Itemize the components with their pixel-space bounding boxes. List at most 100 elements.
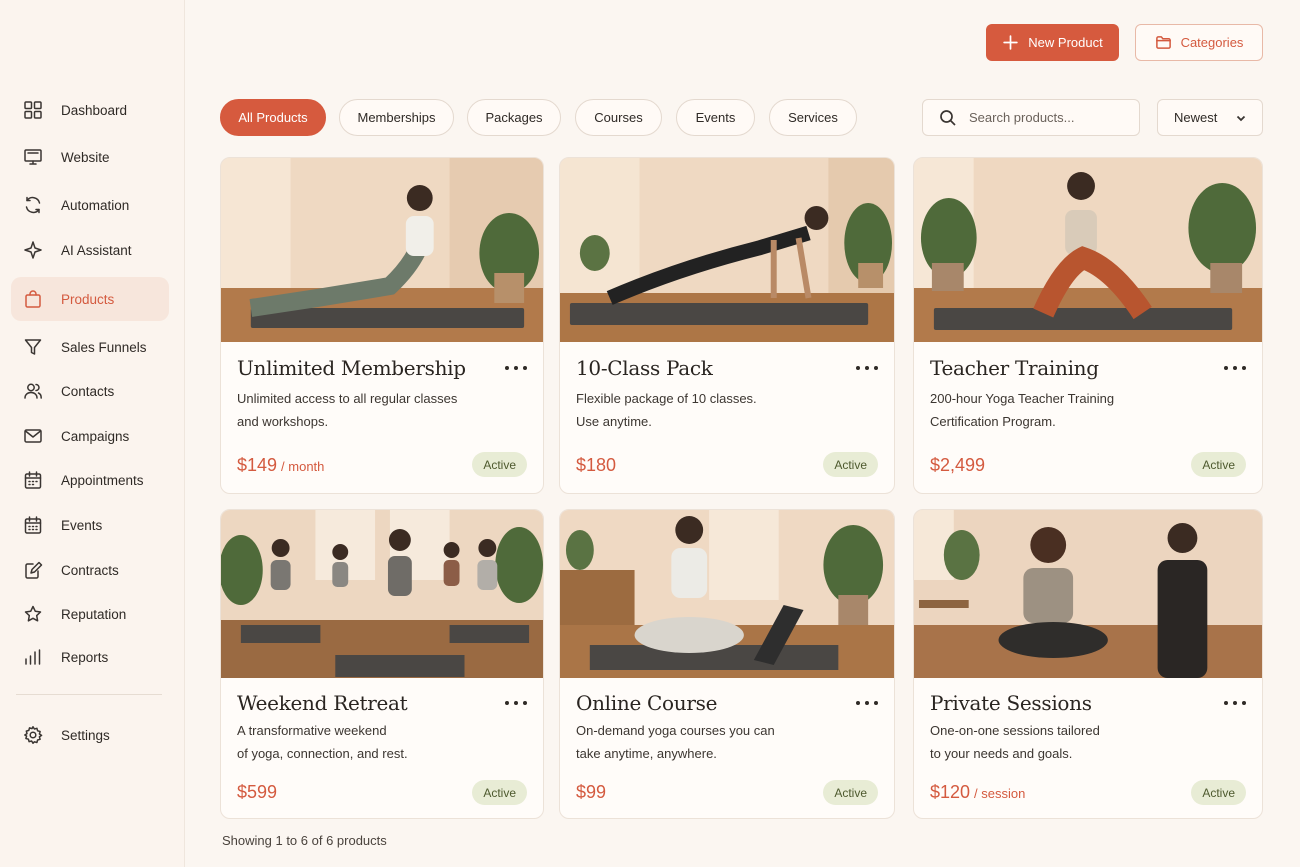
sidebar-item-website[interactable]: Website: [11, 135, 169, 179]
mail-icon: [22, 425, 44, 447]
shopping-bag-icon: [22, 288, 44, 310]
description-line: Use anytime.: [576, 414, 652, 429]
product-card-teacher-training[interactable]: Teacher Training 200-hour Yoga Teacher T…: [913, 157, 1263, 494]
status-badge: Active: [1191, 452, 1246, 477]
more-options-icon[interactable]: [505, 697, 527, 709]
product-title: Private Sessions: [930, 691, 1092, 715]
price-unit: / session: [974, 786, 1026, 801]
chevron-down-icon: [1237, 115, 1246, 121]
price-value: $120: [930, 782, 971, 802]
sort-value: Newest: [1174, 110, 1218, 125]
product-image: [560, 158, 894, 342]
description-line: Certification Program.: [930, 414, 1056, 429]
sidebar-item-dashboard[interactable]: Dashboard: [11, 88, 169, 132]
more-options-icon[interactable]: [856, 697, 878, 709]
price-value: $180: [576, 455, 617, 475]
product-card-10-class-pack[interactable]: 10-Class Pack Flexible package of 10 cla…: [559, 157, 895, 494]
description-line: Unlimited access to all regular classes: [237, 391, 458, 406]
sidebar-item-label: Contracts: [61, 562, 119, 578]
status-badge: Active: [1191, 780, 1246, 805]
sidebar-item-label: Dashboard: [61, 102, 128, 118]
description-line: A transformative weekend: [237, 723, 387, 738]
gear-icon: [22, 724, 44, 746]
sidebar-item-label: Appointments: [61, 472, 144, 488]
product-title: Online Course: [576, 691, 718, 715]
more-options-icon[interactable]: [505, 362, 527, 374]
star-icon: [22, 603, 44, 625]
price-unit: / month: [281, 459, 325, 474]
categories-button[interactable]: Categories: [1135, 24, 1263, 61]
product-card-unlimited-membership[interactable]: Unlimited Membership Unlimited access to…: [220, 157, 544, 494]
pagination-summary: Showing 1 to 6 of 6 products: [222, 833, 387, 848]
sidebar-item-ai-assistant[interactable]: AI Assistant: [11, 228, 169, 272]
sidebar-item-automation[interactable]: Automation: [11, 183, 169, 227]
sparkle-icon: [22, 239, 44, 261]
description-line: On-demand yoga courses you can: [576, 723, 775, 738]
sidebar-item-label: Website: [61, 149, 110, 165]
grid-icon: [22, 99, 44, 121]
description-line: take anytime, anywhere.: [576, 746, 717, 761]
product-price: $149/ month: [237, 455, 324, 476]
sidebar-item-appointments[interactable]: Appointments: [11, 458, 169, 502]
product-price: $2,499: [930, 455, 985, 476]
monitor-icon: [22, 146, 44, 168]
product-card-weekend-retreat[interactable]: Weekend Retreat A transformative weekend…: [220, 509, 544, 819]
product-description: One-on-one sessions tailored to your nee…: [930, 719, 1190, 765]
new-product-button[interactable]: New Product: [986, 24, 1119, 61]
sidebar-item-label: Settings: [61, 727, 110, 743]
status-badge: Active: [472, 780, 527, 805]
price-value: $599: [237, 782, 278, 802]
product-price: $180: [576, 455, 616, 476]
sidebar-item-label: Products: [61, 291, 115, 307]
sidebar-item-reports[interactable]: Reports: [11, 635, 169, 679]
description-line: and workshops.: [237, 414, 329, 429]
sidebar-item-contracts[interactable]: Contracts: [11, 548, 169, 592]
sidebar-divider: [16, 694, 162, 695]
search-box: [922, 99, 1140, 136]
sort-dropdown[interactable]: Newest: [1157, 99, 1263, 136]
status-badge: Active: [472, 452, 527, 477]
sidebar-item-campaigns[interactable]: Campaigns: [11, 414, 169, 458]
search-input[interactable]: [969, 110, 1129, 125]
product-title: Teacher Training: [930, 356, 1099, 380]
product-description: Unlimited access to all regular classes …: [237, 387, 497, 433]
filter-chip-events[interactable]: Events: [676, 99, 755, 136]
sidebar-item-sales-funnels[interactable]: Sales Funnels: [11, 325, 169, 369]
product-price: $599: [237, 782, 277, 803]
refresh-icon: [22, 194, 44, 216]
filter-chip-courses[interactable]: Courses: [575, 99, 662, 136]
filter-chip-memberships[interactable]: Memberships: [339, 99, 454, 136]
more-options-icon[interactable]: [1224, 362, 1246, 374]
product-image: [560, 510, 894, 678]
sidebar: Dashboard Website Automation AI Assistan…: [0, 0, 185, 867]
sidebar-item-label: Automation: [61, 197, 130, 213]
plus-icon: [1003, 35, 1019, 50]
description-line: to your needs and goals.: [930, 746, 1073, 761]
price-value: $2,499: [930, 455, 986, 475]
calendar-icon: [22, 469, 44, 491]
sidebar-item-contacts[interactable]: Contacts: [11, 369, 169, 413]
sidebar-item-label: AI Assistant: [61, 242, 132, 258]
filter-chip-packages[interactable]: Packages: [467, 99, 561, 136]
product-image: [221, 158, 543, 342]
product-description: 200-hour Yoga Teacher Training Certifica…: [930, 387, 1190, 433]
calendar-grid-icon: [22, 514, 44, 536]
product-title: Weekend Retreat: [237, 691, 408, 715]
product-card-private-sessions[interactable]: Private Sessions One-on-one sessions tai…: [913, 509, 1263, 819]
sidebar-item-settings[interactable]: Settings: [11, 713, 169, 757]
product-title: Unlimited Membership: [237, 356, 466, 380]
search-icon: [940, 109, 956, 126]
edit-document-icon: [22, 559, 44, 581]
sidebar-item-reputation[interactable]: Reputation: [11, 592, 169, 636]
sidebar-item-products[interactable]: Products: [11, 277, 169, 321]
more-options-icon[interactable]: [856, 362, 878, 374]
folder-icon: [1155, 36, 1171, 49]
sidebar-item-label: Reputation: [61, 606, 127, 622]
product-card-online-course[interactable]: Online Course On-demand yoga courses you…: [559, 509, 895, 819]
more-options-icon[interactable]: [1224, 697, 1246, 709]
product-image: [914, 510, 1262, 678]
filter-chip-services[interactable]: Services: [769, 99, 857, 136]
sidebar-item-events[interactable]: Events: [11, 503, 169, 547]
status-badge: Active: [823, 780, 878, 805]
filter-chip-all-products[interactable]: All Products: [220, 99, 326, 136]
